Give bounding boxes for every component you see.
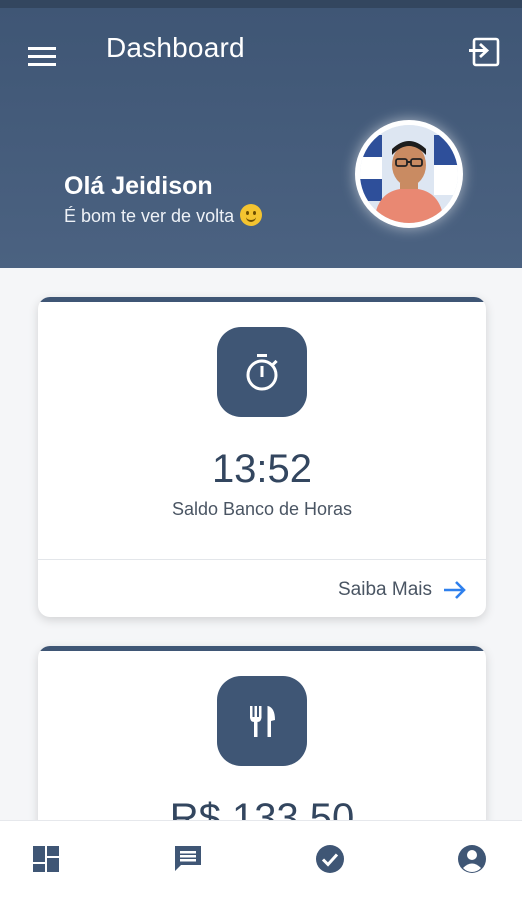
greeting-subtitle: É bom te ver de volta xyxy=(64,204,263,227)
hours-balance-card: 13:52 Saldo Banco de Horas Saiba Mais xyxy=(38,297,486,617)
logout-icon[interactable] xyxy=(466,34,502,70)
page-title: Dashboard xyxy=(106,32,245,63)
learn-more-link[interactable]: Saiba Mais xyxy=(338,577,468,603)
learn-more-label: Saiba Mais xyxy=(338,579,432,600)
arrow-right-icon xyxy=(444,581,466,599)
hours-balance-value: 13:52 xyxy=(211,447,313,491)
stopwatch-icon xyxy=(217,327,307,417)
avatar[interactable] xyxy=(355,120,463,228)
smile-emoji-icon xyxy=(240,204,263,226)
dashboard-icon[interactable] xyxy=(30,843,66,879)
hours-balance-label: Saldo Banco de Horas xyxy=(171,499,353,519)
status-bar xyxy=(0,0,522,8)
bottom-navigation xyxy=(0,820,522,901)
account-icon[interactable] xyxy=(456,843,492,879)
message-icon[interactable] xyxy=(172,843,208,879)
header: Dashboard Olá Jeidison É bom te ver de v… xyxy=(0,8,522,268)
greeting-name: Olá Jeidison xyxy=(64,172,213,200)
menu-icon[interactable] xyxy=(26,40,58,72)
avatar-photo xyxy=(360,125,458,223)
greeting-subtitle-text: É bom te ver de volta xyxy=(64,206,235,226)
fork-knife-icon xyxy=(217,676,307,766)
check-circle-icon[interactable] xyxy=(314,843,350,879)
card-divider xyxy=(38,559,486,560)
card-accent-bar xyxy=(38,297,486,302)
card-accent-bar xyxy=(38,646,486,651)
